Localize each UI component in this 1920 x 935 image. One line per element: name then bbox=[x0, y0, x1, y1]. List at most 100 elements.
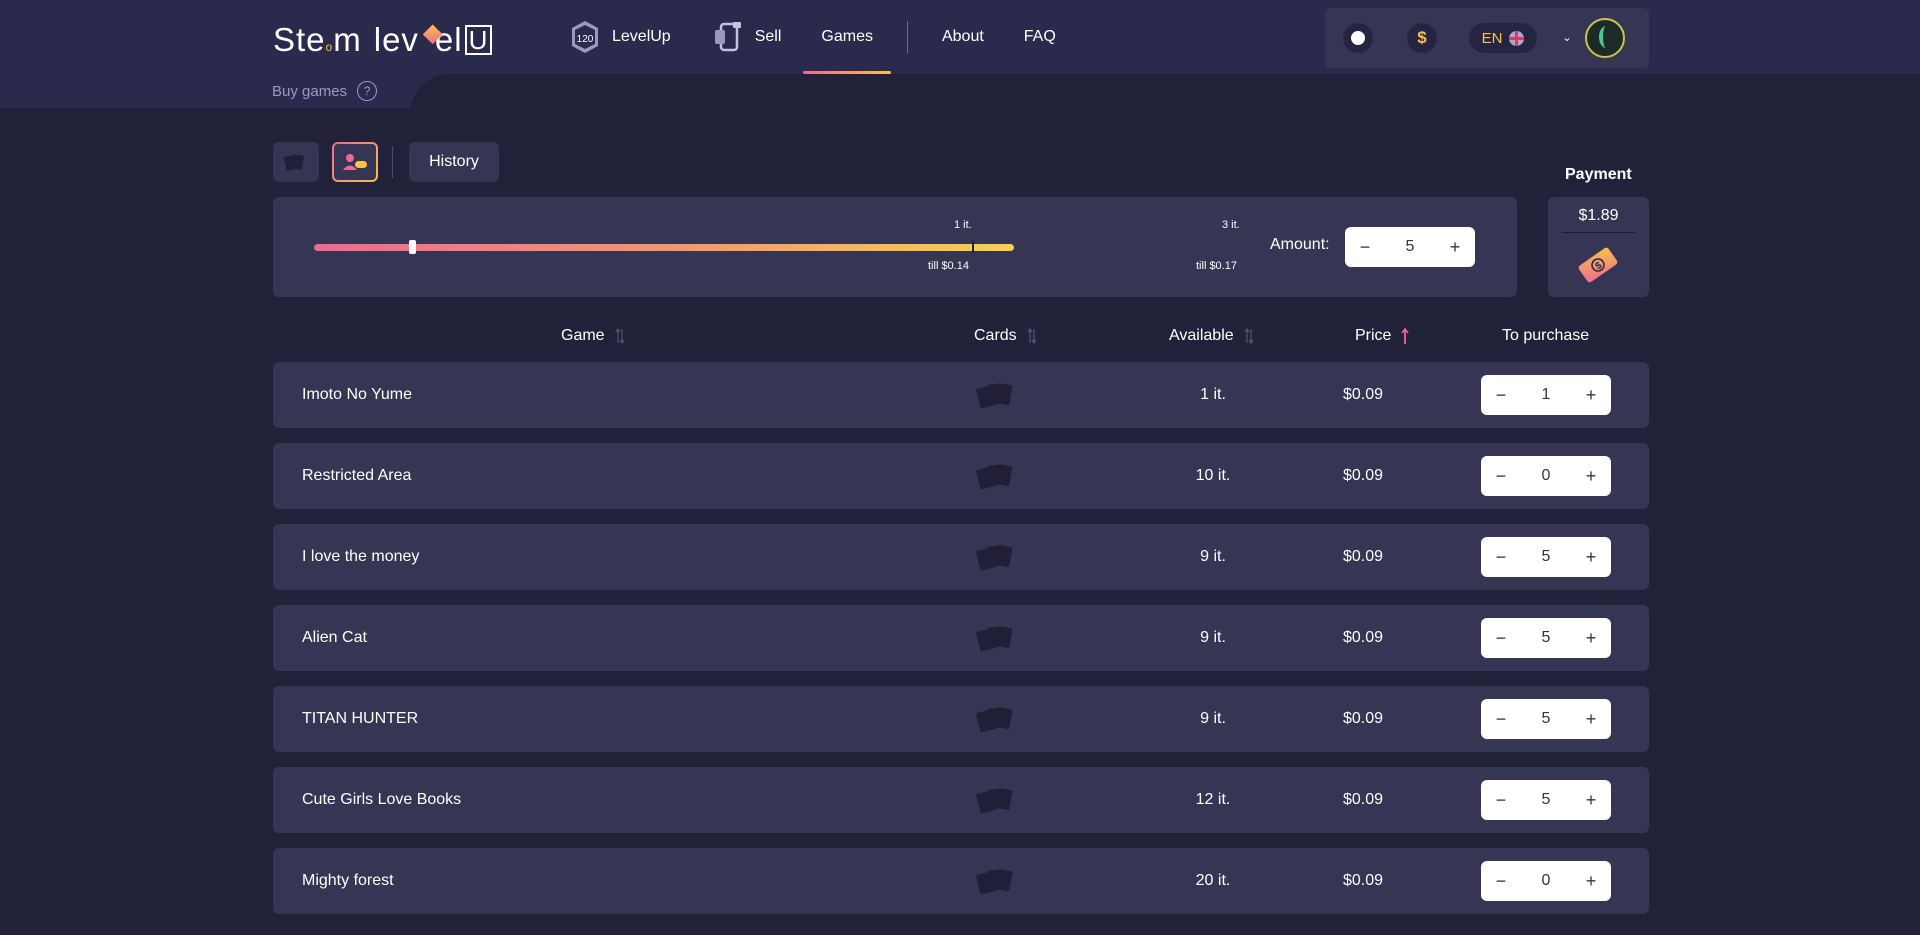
game-price: $0.09 bbox=[1342, 629, 1384, 646]
game-price: $0.09 bbox=[1342, 710, 1384, 727]
column-available[interactable]: Available bbox=[1169, 327, 1254, 345]
table-row[interactable]: Restricted Area 10 it. $0.09 − 0 + bbox=[273, 443, 1649, 509]
quantity-decrement-button[interactable]: − bbox=[1493, 628, 1509, 649]
column-cards[interactable]: Cards bbox=[974, 327, 1037, 345]
logo-text-levelup: lev e l U bbox=[374, 21, 493, 59]
nav-faq-label: FAQ bbox=[1023, 28, 1056, 45]
table-row[interactable]: Cute Girls Love Books 12 it. $0.09 − 5 + bbox=[273, 767, 1649, 833]
game-name: Restricted Area bbox=[302, 467, 412, 484]
price-slider-thumb[interactable] bbox=[409, 240, 416, 254]
sort-icon bbox=[615, 328, 625, 344]
quantity-value[interactable]: 1 bbox=[1542, 386, 1551, 404]
cards-icon bbox=[976, 626, 1013, 652]
levelup-badge-icon: 120 bbox=[572, 21, 598, 53]
quantity-decrement-button[interactable]: − bbox=[1493, 466, 1509, 487]
cards-icon bbox=[976, 383, 1013, 409]
user-panel: $ EN ⌄ bbox=[1325, 8, 1649, 68]
quantity-increment-button[interactable]: + bbox=[1583, 466, 1599, 487]
uk-flag-icon bbox=[1509, 30, 1525, 46]
slider-tick-1-top: 1 it. bbox=[954, 219, 972, 231]
history-button[interactable]: History bbox=[409, 142, 499, 182]
main-nav: 120 LevelUp Sell Games About FAQ bbox=[570, 0, 1056, 74]
quantity-decrement-button[interactable]: − bbox=[1493, 547, 1509, 568]
avatar[interactable] bbox=[1585, 18, 1625, 58]
column-game-label: Game bbox=[561, 327, 605, 344]
quantity-increment-button[interactable]: + bbox=[1583, 547, 1599, 568]
column-price-label: Price bbox=[1355, 327, 1392, 344]
cards-icon bbox=[976, 788, 1013, 814]
sort-icon bbox=[1027, 328, 1037, 344]
quantity-increment-button[interactable]: + bbox=[1583, 790, 1599, 811]
column-price[interactable]: Price bbox=[1355, 327, 1411, 345]
quantity-stepper: − 5 + bbox=[1481, 780, 1611, 820]
payment-button[interactable]: $1.89 $ bbox=[1548, 197, 1649, 297]
logo[interactable]: Steom lev e l U bbox=[273, 18, 493, 62]
games-mode-button[interactable] bbox=[332, 142, 378, 182]
balance-button[interactable]: $ bbox=[1407, 23, 1437, 53]
slider-tick-1-bottom: till $0.14 bbox=[928, 260, 969, 272]
nav-faq[interactable]: FAQ bbox=[1024, 0, 1056, 74]
quantity-value[interactable]: 5 bbox=[1542, 548, 1551, 566]
available-count: 10 it. bbox=[1195, 467, 1231, 484]
quantity-value[interactable]: 5 bbox=[1542, 629, 1551, 647]
price-slider-track[interactable] bbox=[314, 244, 1014, 251]
language-code: EN bbox=[1481, 29, 1503, 47]
quantity-increment-button[interactable]: + bbox=[1583, 385, 1599, 406]
table-row[interactable]: Alien Cat 9 it. $0.09 − 5 + bbox=[273, 605, 1649, 671]
nav-divider bbox=[906, 21, 908, 53]
toolbar-divider bbox=[392, 146, 393, 178]
available-count: 12 it. bbox=[1195, 791, 1231, 808]
money-ticket-icon: $ bbox=[1578, 247, 1618, 283]
game-name: Mighty forest bbox=[302, 872, 394, 889]
status-toggle[interactable] bbox=[1343, 23, 1373, 53]
quantity-decrement-button[interactable]: − bbox=[1493, 385, 1509, 406]
amount-value[interactable]: 5 bbox=[1406, 238, 1415, 256]
payment-amount: $1.89 bbox=[1578, 207, 1619, 224]
sort-ascending-icon bbox=[1401, 328, 1410, 344]
language-selector[interactable]: EN bbox=[1469, 23, 1537, 53]
available-count: 20 it. bbox=[1195, 872, 1231, 889]
quantity-value[interactable]: 0 bbox=[1542, 467, 1551, 485]
chevron-down-icon[interactable]: ⌄ bbox=[1562, 32, 1572, 44]
svg-text:120: 120 bbox=[577, 34, 594, 45]
table-row[interactable]: Imoto No Yume 1 it. $0.09 − 1 + bbox=[273, 362, 1649, 428]
table-row[interactable]: Mighty forest 20 it. $0.09 − 0 + bbox=[273, 848, 1649, 914]
game-price: $0.09 bbox=[1342, 386, 1384, 403]
amount-decrement-button[interactable]: − bbox=[1357, 237, 1373, 258]
column-game[interactable]: Game bbox=[561, 327, 625, 345]
nav-about[interactable]: About bbox=[942, 0, 984, 74]
quantity-value[interactable]: 0 bbox=[1542, 872, 1551, 890]
quantity-decrement-button[interactable]: − bbox=[1493, 871, 1509, 892]
quantity-decrement-button[interactable]: − bbox=[1493, 709, 1509, 730]
quantity-stepper: − 5 + bbox=[1481, 537, 1611, 577]
quantity-increment-button[interactable]: + bbox=[1583, 628, 1599, 649]
slider-tick-1 bbox=[972, 241, 974, 253]
breadcrumb: Buy games ? bbox=[272, 81, 378, 101]
game-name: Alien Cat bbox=[302, 629, 367, 646]
quantity-decrement-button[interactable]: − bbox=[1493, 790, 1509, 811]
help-icon[interactable]: ? bbox=[357, 81, 378, 101]
quantity-increment-button[interactable]: + bbox=[1583, 871, 1599, 892]
cards-mode-button[interactable] bbox=[273, 142, 319, 182]
column-cards-label: Cards bbox=[974, 327, 1017, 344]
table-row[interactable]: TITAN HUNTER 9 it. $0.09 − 5 + bbox=[273, 686, 1649, 752]
amount-slider-panel: 1 it. till $0.14 3 it. till $0.17 Amount… bbox=[273, 197, 1517, 297]
column-available-label: Available bbox=[1169, 327, 1234, 344]
available-count: 9 it. bbox=[1200, 548, 1226, 565]
quantity-value[interactable]: 5 bbox=[1542, 791, 1551, 809]
cards-icon bbox=[976, 464, 1013, 490]
game-price: $0.09 bbox=[1342, 791, 1384, 808]
table-row[interactable]: I love the money 9 it. $0.09 − 5 + bbox=[273, 524, 1649, 590]
nav-sell[interactable]: Sell bbox=[713, 0, 781, 74]
amount-stepper: − 5 + bbox=[1345, 227, 1475, 267]
nav-games[interactable]: Games bbox=[803, 0, 891, 74]
sort-icon bbox=[1244, 328, 1254, 344]
quantity-stepper: − 0 + bbox=[1481, 861, 1611, 901]
nav-levelup[interactable]: 120 LevelUp bbox=[570, 0, 671, 74]
quantity-increment-button[interactable]: + bbox=[1583, 709, 1599, 730]
quantity-stepper: − 1 + bbox=[1481, 375, 1611, 415]
amount-increment-button[interactable]: + bbox=[1447, 237, 1463, 258]
cards-icon bbox=[976, 545, 1013, 571]
quantity-value[interactable]: 5 bbox=[1542, 710, 1551, 728]
quantity-stepper: − 0 + bbox=[1481, 456, 1611, 496]
